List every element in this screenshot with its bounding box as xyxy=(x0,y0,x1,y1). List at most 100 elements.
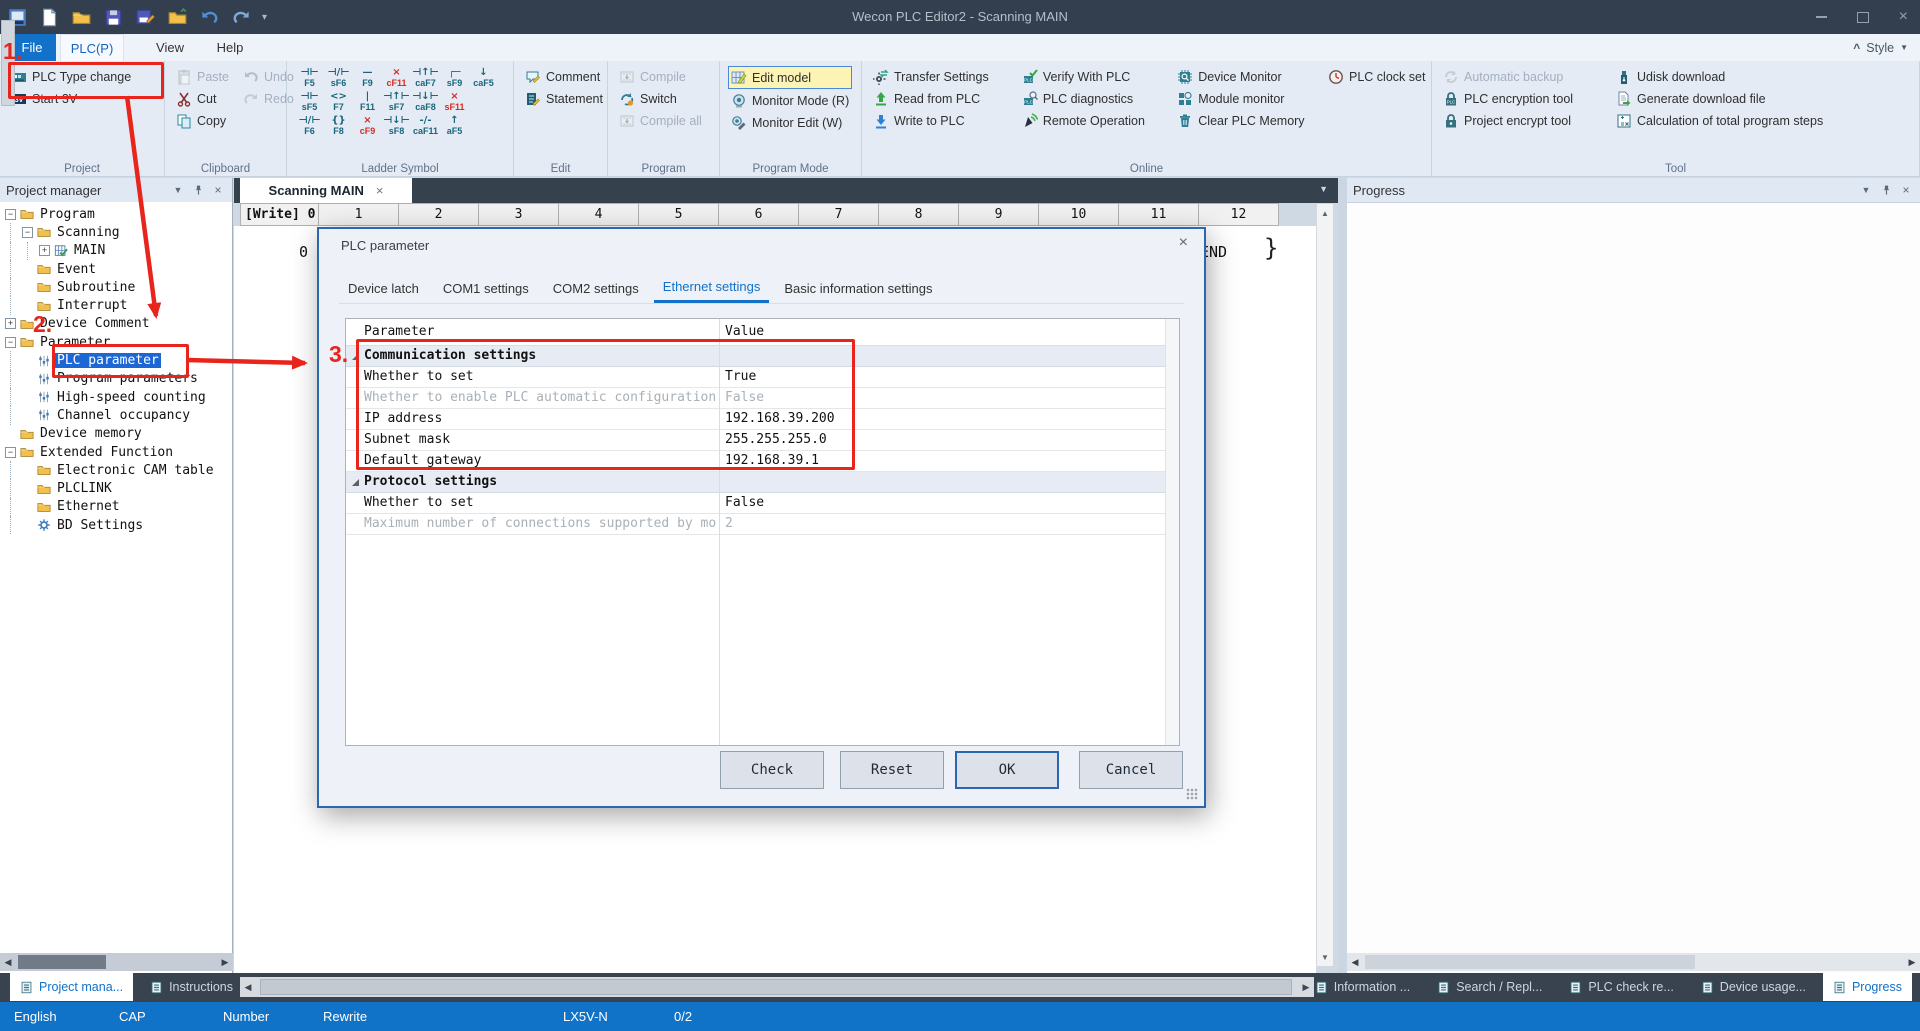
dock-tab-search-repl[interactable]: Search / Repl... xyxy=(1427,973,1552,1001)
panel-pin-icon[interactable] xyxy=(190,182,206,198)
start-3v-button[interactable]: Start 3V xyxy=(8,88,134,109)
plc-type-change-button[interactable]: PLC Type change xyxy=(8,66,134,87)
scroll-left-icon[interactable]: ◀ xyxy=(0,953,16,971)
panel-close-icon[interactable]: × xyxy=(1898,182,1914,198)
minimize-icon[interactable] xyxy=(1816,16,1827,18)
dialog-resize-grip[interactable] xyxy=(1186,788,1198,800)
ladder-f11-button[interactable]: |F11 xyxy=(353,90,382,114)
table-vscrollbar[interactable] xyxy=(1165,319,1179,745)
tree-item-ethernet[interactable]: Ethernet xyxy=(0,498,232,516)
ladder-sf7-button[interactable]: ⊣↑⊢sF7 xyxy=(382,90,411,114)
tree-item-plc-parameter[interactable]: PLC parameter xyxy=(0,351,232,369)
ladder-f8-button[interactable]: {}F8 xyxy=(324,114,353,138)
monitor-mode-r-button[interactable]: Monitor Mode (R) xyxy=(728,90,852,111)
transfer-settings-button[interactable]: Transfer Settings xyxy=(870,66,1011,87)
scroll-up-icon[interactable]: ▲ xyxy=(1317,205,1333,221)
scrollbar-thumb[interactable] xyxy=(1365,955,1695,969)
panel-close-icon[interactable]: × xyxy=(210,182,226,198)
scroll-right-icon[interactable]: ▶ xyxy=(1904,953,1920,971)
style-dropdown-icon[interactable]: ▼ xyxy=(1900,43,1908,52)
dialog-close-icon[interactable]: × xyxy=(1179,234,1188,252)
parameter-row-default-gateway[interactable]: Default gateway192.168.39.1 xyxy=(346,451,1179,472)
edit-model-button[interactable]: Edit model xyxy=(728,66,852,89)
tree-item-device-comment[interactable]: +Device Comment xyxy=(0,315,232,333)
tree-item-program-parameters[interactable]: Program parameters xyxy=(0,370,232,388)
cut-button[interactable]: Cut xyxy=(173,88,232,109)
menu-tab-help[interactable]: Help xyxy=(206,34,254,61)
comment-button[interactable]: Comment xyxy=(522,66,606,87)
dock-tab-plc-check-re[interactable]: PLC check re... xyxy=(1559,973,1683,1001)
tree-expander-icon[interactable]: − xyxy=(5,209,16,220)
dialog-tab-com2-settings[interactable]: COM2 settings xyxy=(544,273,648,303)
plc-diagnostics-button[interactable]: PLC diagnostics xyxy=(1019,88,1166,109)
ladder-sf6-button[interactable]: ⊣/⊢sF6 xyxy=(324,66,353,90)
read-from-plc-button[interactable]: Read from PLC xyxy=(870,88,1011,109)
menu-tab-view[interactable]: View xyxy=(146,34,194,61)
scroll-left-icon[interactable]: ◀ xyxy=(1347,953,1363,971)
ladder-f9-button[interactable]: —F9 xyxy=(353,66,382,90)
close-icon[interactable]: × xyxy=(1899,9,1908,25)
dock-tab-information[interactable]: Information ... xyxy=(1305,973,1420,1001)
dialog-tab-device-latch[interactable]: Device latch xyxy=(339,273,428,303)
parameter-row-whether-to-set[interactable]: Whether to setFalse xyxy=(346,493,1179,514)
tree-item-electronic-cam-table[interactable]: Electronic CAM table xyxy=(0,461,232,479)
calculation-of-total-program-steps-button[interactable]: Calculation of total program steps xyxy=(1613,110,1913,131)
tree-item-high-speed-counting[interactable]: High-speed counting xyxy=(0,388,232,406)
module-monitor-button[interactable]: Module monitor xyxy=(1174,88,1317,109)
ladder-sf9-button[interactable]: ┌─sF9 xyxy=(440,66,469,90)
tree-item-parameter[interactable]: −Parameter xyxy=(0,333,232,351)
style-control[interactable]: ^ Style ▼ xyxy=(1853,34,1908,61)
panel-pin-icon[interactable] xyxy=(1878,182,1894,198)
tree-expander-icon[interactable]: − xyxy=(22,227,33,238)
tree-expander-icon[interactable]: + xyxy=(39,245,50,256)
tree-item-extended-function[interactable]: −Extended Function xyxy=(0,443,232,461)
switch-button[interactable]: Switch xyxy=(616,88,705,109)
device-monitor-button[interactable]: Device Monitor xyxy=(1174,66,1317,87)
collapse-triangle-icon[interactable] xyxy=(352,353,359,360)
ladder-caf7-button[interactable]: ⊣↑⊢caF7 xyxy=(411,66,440,90)
dock-tab-instructions[interactable]: Instructions xyxy=(140,973,243,1001)
generate-download-file-button[interactable]: Generate download file xyxy=(1613,88,1913,109)
monitor-edit-w-button[interactable]: Monitor Edit (W) xyxy=(728,112,852,133)
ladder-sf11-button[interactable]: ×sF11 xyxy=(440,90,469,114)
parameter-row-whether-to-set[interactable]: Whether to setTrue xyxy=(346,367,1179,388)
ladder-f6-button[interactable]: ⊣/⊢F6 xyxy=(295,114,324,138)
remote-operation-button[interactable]: Remote Operation xyxy=(1019,110,1166,131)
tree-expander-icon[interactable]: − xyxy=(5,337,16,348)
ladder-af5-button[interactable]: ↑aF5 xyxy=(440,114,469,138)
plc-clock-set-button[interactable]: PLC clock set xyxy=(1325,66,1425,87)
scrollbar-thumb[interactable] xyxy=(1,20,15,106)
dock-tab-progress[interactable]: Progress xyxy=(1823,973,1912,1001)
scrollbar-thumb[interactable] xyxy=(18,955,106,969)
tree-item-channel-occupancy[interactable]: Channel occupancy xyxy=(0,406,232,424)
parameter-row-whether-to-enable-plc-automatic-configuration[interactable]: Whether to enable PLC automatic configur… xyxy=(346,388,1179,409)
scrollbar-thumb[interactable] xyxy=(260,979,1292,995)
project-encrypt-tool-button[interactable]: Project encrypt tool xyxy=(1440,110,1605,131)
tree-item-scanning[interactable]: −Scanning xyxy=(0,223,232,241)
panel-dropdown-icon[interactable]: ▼ xyxy=(170,182,186,198)
dock-tab-project-mana[interactable]: Project mana... xyxy=(10,973,133,1001)
tree-item-device-memory[interactable]: Device memory xyxy=(0,425,232,443)
reset-button[interactable]: Reset xyxy=(840,751,944,789)
scroll-left-icon[interactable]: ◀ xyxy=(240,977,256,997)
tree-item-program[interactable]: −Program xyxy=(0,205,232,223)
copy-button[interactable]: Copy xyxy=(173,110,232,131)
scroll-right-icon[interactable]: ▶ xyxy=(217,953,233,971)
ladder-f7-button[interactable]: <>F7 xyxy=(324,90,353,114)
collapse-triangle-icon[interactable] xyxy=(352,479,359,486)
check-button[interactable]: Check xyxy=(720,751,824,789)
tab-scanning-main[interactable]: Scanning MAIN × xyxy=(240,178,412,203)
dialog-tab-com1-settings[interactable]: COM1 settings xyxy=(434,273,538,303)
parameter-row-ip-address[interactable]: IP address192.168.39.200 xyxy=(346,409,1179,430)
tree-expander-icon[interactable]: + xyxy=(5,318,16,329)
ladder-caf8-button[interactable]: ⊣↓⊢caF8 xyxy=(411,90,440,114)
ladder-sf5-button[interactable]: ⊣⊢sF5 xyxy=(295,90,324,114)
menu-tab-file[interactable]: File xyxy=(8,34,56,61)
ladder-cf9-button[interactable]: ×cF9 xyxy=(353,114,382,138)
plc-encryption-tool-button[interactable]: PLC encryption tool xyxy=(1440,88,1605,109)
dialog-tab-ethernet-settings[interactable]: Ethernet settings xyxy=(654,273,770,303)
parameter-row-maximum-number-of-connections-supported-by-mo[interactable]: Maximum number of connections supported … xyxy=(346,514,1179,535)
verify-with-plc-button[interactable]: Verify With PLC xyxy=(1019,66,1166,87)
tree-item-plclink[interactable]: PLCLINK xyxy=(0,479,232,497)
ladder-f5-button[interactable]: ⊣⊢F5 xyxy=(295,66,324,90)
